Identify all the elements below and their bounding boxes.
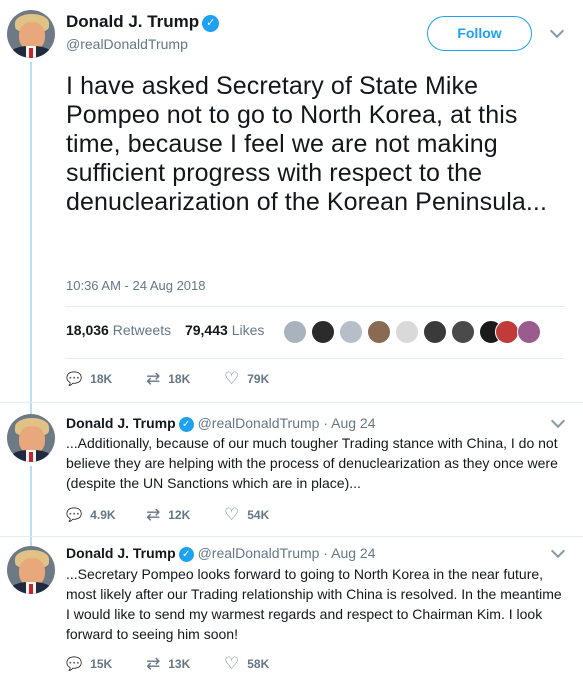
- like-action[interactable]: ♡ 54K: [224, 506, 269, 524]
- like-count: 58K: [247, 657, 270, 671]
- reply-count: 18K: [90, 372, 113, 386]
- liker-avatar[interactable]: [311, 320, 335, 344]
- divider: [0, 402, 583, 403]
- retweet-action[interactable]: ⇄ 13K: [146, 655, 190, 673]
- tweet-date[interactable]: Aug 24: [331, 545, 375, 561]
- verified-badge-icon: ✓: [202, 15, 220, 32]
- reply-header: Donald J. Trump ✓ @realDonaldTrump · Aug …: [66, 545, 376, 562]
- liker-avatar[interactable]: [423, 320, 447, 344]
- author-name[interactable]: Donald J. Trump: [66, 415, 176, 431]
- liker-avatar[interactable]: [451, 320, 475, 344]
- tweet-timestamp[interactable]: 10:36 AM - 24 Aug 2018: [66, 278, 206, 293]
- reply-action[interactable]: 💬 18K: [66, 370, 112, 388]
- verified-badge-icon: ✓: [178, 417, 194, 432]
- heart-icon: ♡: [224, 369, 240, 388]
- reply-action[interactable]: 💬 4.9K: [66, 506, 116, 524]
- retweet-icon: ⇄: [146, 654, 161, 673]
- author-name[interactable]: Donald J. Trump: [66, 545, 176, 561]
- reply-header: Donald J. Trump ✓ @realDonaldTrump · Aug …: [66, 415, 376, 432]
- author-avatar[interactable]: [7, 414, 55, 462]
- engagement-stats: 18,036 Retweets 79,443 Likes: [66, 322, 264, 338]
- liker-avatar[interactable]: [395, 320, 419, 344]
- chevron-down-icon[interactable]: [550, 413, 566, 429]
- liker-avatar[interactable]: [517, 320, 541, 344]
- tweet-text: I have asked Secretary of State Mike Pom…: [66, 72, 548, 216]
- divider: [0, 536, 583, 537]
- retweet-action[interactable]: ⇄ 18K: [146, 370, 190, 388]
- like-action[interactable]: ♡ 79K: [224, 370, 269, 388]
- like-count: 54K: [247, 508, 270, 522]
- liker-avatar[interactable]: [495, 320, 519, 344]
- reply-count: 15K: [90, 657, 113, 671]
- retweet-icon: ⇄: [146, 505, 161, 524]
- thread-line: [30, 466, 32, 546]
- heart-icon: ♡: [224, 505, 240, 524]
- thread-line: [30, 62, 32, 414]
- retweets-stat[interactable]: 18,036 Retweets: [66, 322, 171, 338]
- author-avatar[interactable]: [7, 546, 55, 594]
- divider: [66, 306, 565, 307]
- author-name[interactable]: Donald J. Trump: [66, 12, 199, 31]
- reply-icon: 💬: [66, 371, 83, 386]
- likes-stat[interactable]: 79,443 Likes: [185, 322, 264, 338]
- author-handle[interactable]: @realDonaldTrump: [198, 415, 320, 431]
- retweet-action[interactable]: ⇄ 12K: [146, 506, 190, 524]
- tweet-text: ...Secretary Pompeo looks forward to goi…: [66, 566, 562, 642]
- follow-button[interactable]: Follow: [427, 16, 532, 51]
- verified-badge-icon: ✓: [178, 547, 194, 562]
- like-action[interactable]: ♡ 58K: [224, 655, 269, 673]
- liker-avatar[interactable]: [339, 320, 363, 344]
- reply-count: 4.9K: [90, 508, 116, 522]
- tweet-date[interactable]: Aug 24: [331, 415, 375, 431]
- heart-icon: ♡: [224, 654, 240, 673]
- reply-icon: 💬: [66, 507, 83, 522]
- liker-avatar[interactable]: [283, 320, 307, 344]
- reply-action[interactable]: 💬 15K: [66, 655, 112, 673]
- reply-icon: 💬: [66, 656, 83, 671]
- like-count: 79K: [247, 372, 270, 386]
- retweet-count: 18K: [168, 372, 191, 386]
- retweet-count: 13K: [168, 657, 191, 671]
- divider: [66, 358, 565, 359]
- tweet-text: ...Additionally, because of our much tou…: [66, 435, 558, 491]
- retweet-icon: ⇄: [146, 369, 161, 388]
- chevron-down-icon[interactable]: [549, 23, 565, 39]
- retweet-count: 12K: [168, 508, 191, 522]
- author-avatar[interactable]: [7, 10, 55, 58]
- author-handle[interactable]: @realDonaldTrump: [66, 36, 219, 52]
- liker-avatar[interactable]: [367, 320, 391, 344]
- main-tweet-header: Donald J. Trump ✓ @realDonaldTrump: [66, 12, 220, 52]
- author-handle[interactable]: @realDonaldTrump: [198, 545, 320, 561]
- chevron-down-icon[interactable]: [550, 543, 566, 559]
